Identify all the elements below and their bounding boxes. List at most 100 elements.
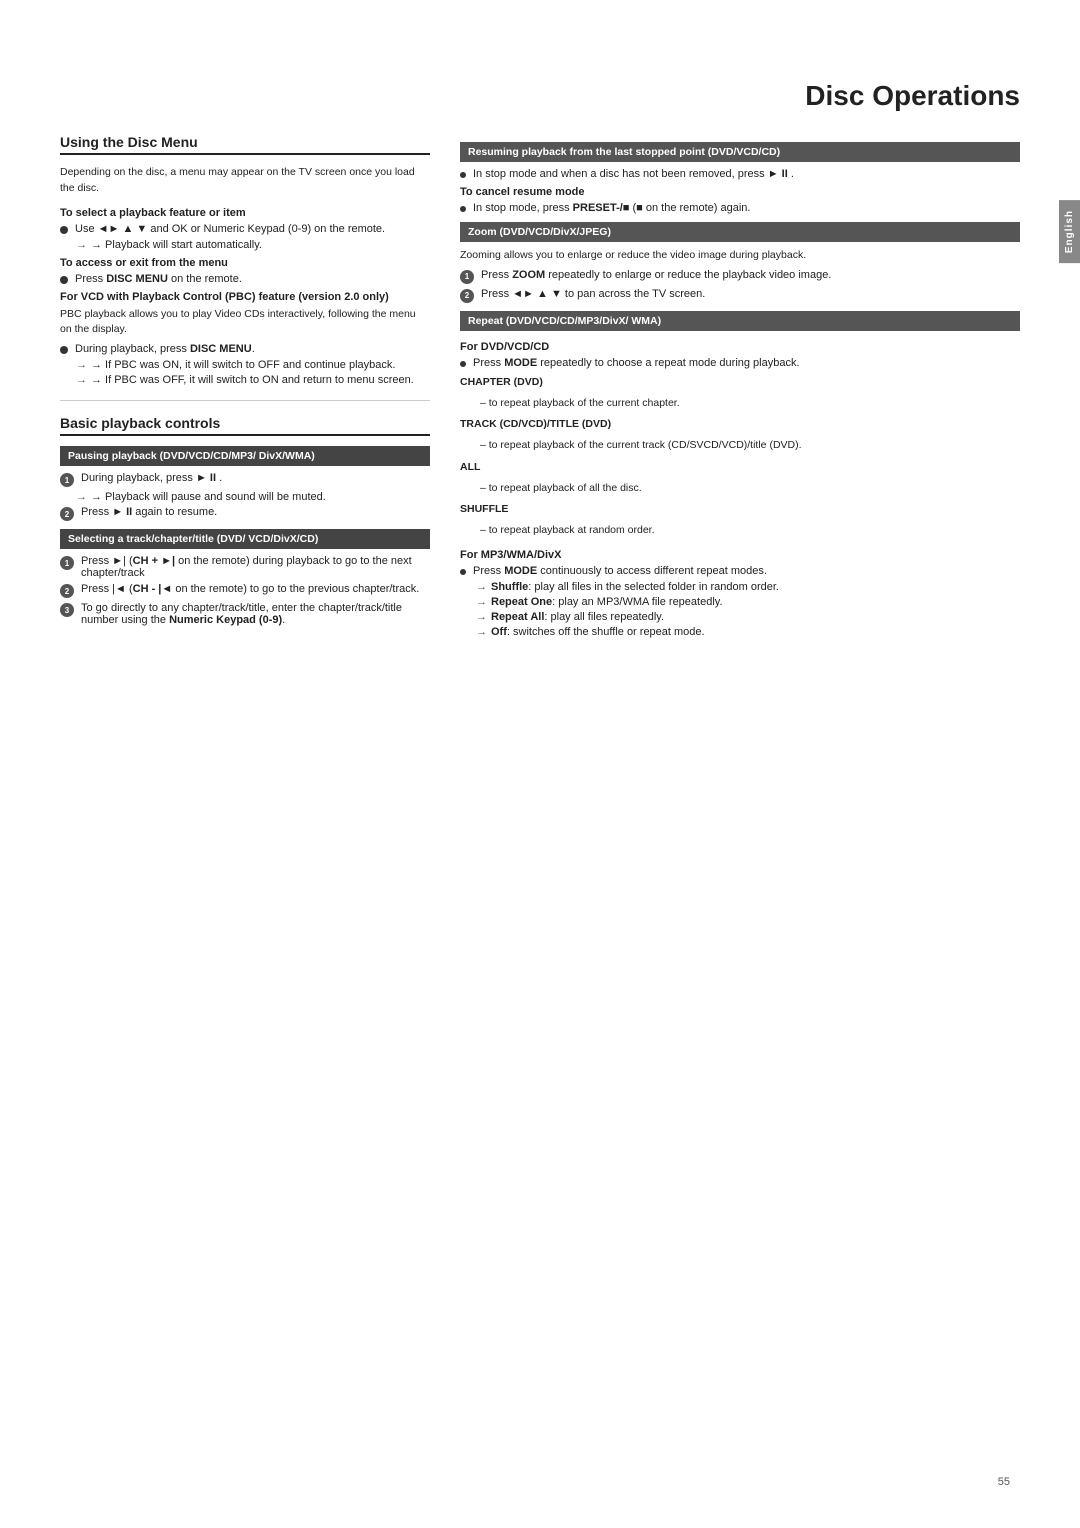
select-feature-bullet: Use ◄► ▲ ▼ and OK or Numeric Keypad (0-9… <box>60 223 430 235</box>
select-feature-arrow1: → → Playback will start automatically. <box>76 239 430 251</box>
right-column: Resuming playback from the last stopped … <box>460 134 1020 641</box>
step1-icon: 1 <box>60 473 74 487</box>
mp3-repeat-all: → Repeat All: play all files repeatedly. <box>476 611 1020 623</box>
track-title: TRACK (CD/VCD)/TITLE (DVD) – to repeat p… <box>460 417 1020 454</box>
selecting-step1-text: Press ►| (CH + ►| on the remote) during … <box>81 555 430 579</box>
arrow-icon: → <box>476 596 487 608</box>
repeat-heading-box: Repeat (DVD/VCD/CD/MP3/DivX/ WMA) <box>460 311 1020 331</box>
all-repeat: ALL – to repeat playback of all the disc… <box>460 460 1020 497</box>
pausing-step1: 1 During playback, press ► II . <box>60 472 430 487</box>
selecting-step1: 1 Press ►| (CH + ►| on the remote) durin… <box>60 555 430 579</box>
arrow-icon: → <box>76 374 87 386</box>
arrow-icon: → <box>476 611 487 623</box>
pausing-step2: 2 Press ► II again to resume. <box>60 506 430 521</box>
pausing-arrow1-text: → Playback will pause and sound will be … <box>91 491 326 503</box>
left-column: Using the Disc Menu Depending on the dis… <box>60 134 430 641</box>
bullet-icon <box>460 172 466 178</box>
access-menu-bullet: Press DISC MENU on the remote. <box>60 273 430 285</box>
bullet-icon <box>460 361 466 367</box>
bullet-icon <box>60 346 68 354</box>
pbc-bullet1: During playback, press DISC MENU. <box>60 343 430 355</box>
chapter-dvd-text: – to repeat playback of the current chap… <box>480 396 1020 412</box>
step2-icon: 2 <box>60 584 74 598</box>
pausing-heading-box: Pausing playback (DVD/VCD/CD/MP3/ DivX/W… <box>60 446 430 466</box>
cancel-resume-text: In stop mode, press PRESET-/■ (■ on the … <box>473 202 750 214</box>
step3-icon: 3 <box>60 603 74 617</box>
mp3-mode-bullet: Press MODE continuously to access differ… <box>460 565 1020 577</box>
zoom-step2-text: Press ◄► ▲ ▼ to pan across the TV screen… <box>481 288 705 300</box>
track-title-text: – to repeat playback of the current trac… <box>480 438 1020 454</box>
cancel-resume-heading: To cancel resume mode <box>460 186 1020 198</box>
basic-playback-title: Basic playback controls <box>60 415 430 436</box>
mp3-repeat-all-text: Repeat All: play all files repeatedly. <box>491 611 664 623</box>
chapter-dvd: CHAPTER (DVD) – to repeat playback of th… <box>460 375 1020 412</box>
resuming-heading-box: Resuming playback from the last stopped … <box>460 142 1020 162</box>
mp3-repeat-one-text: Repeat One: play an MP3/WMA file repeate… <box>491 596 723 608</box>
select-feature-text: Use ◄► ▲ ▼ and OK or Numeric Keypad (0-9… <box>75 223 385 235</box>
pbc-bullet1-text: During playback, press DISC MENU. <box>75 343 255 355</box>
arrow-icon: → <box>76 491 87 503</box>
cancel-resume-bullet: In stop mode, press PRESET-/■ (■ on the … <box>460 202 1020 214</box>
repeat-section: Repeat (DVD/VCD/CD/MP3/DivX/ WMA) For DV… <box>460 311 1020 638</box>
page-title: Disc Operations <box>60 80 1020 116</box>
content-area: Using the Disc Menu Depending on the dis… <box>60 134 1020 641</box>
for-dvd-vcd-cd-heading: For DVD/VCD/CD <box>460 341 1020 353</box>
zoom-section: Zoom (DVD/VCD/DivX/JPEG) Zooming allows … <box>460 222 1020 303</box>
pbc-arrow1: → → If PBC was ON, it will switch to OFF… <box>76 359 430 371</box>
step2-icon: 2 <box>60 507 74 521</box>
mp3-off-text: Off: switches off the shuffle or repeat … <box>491 626 705 638</box>
for-mp3-heading: For MP3/WMA/DivX <box>460 549 1020 561</box>
select-feature-heading: To select a playback feature or item <box>60 207 430 219</box>
arrow-icon: → <box>476 626 487 638</box>
page-number: 55 <box>998 1476 1010 1488</box>
track-title-label: TRACK (CD/VCD)/TITLE (DVD) <box>460 417 1020 433</box>
select-feature-arrow1-text: → Playback will start automatically. <box>91 239 262 251</box>
bullet-icon <box>460 206 466 212</box>
pbc-intro: PBC playback allows you to play Video CD… <box>60 307 430 339</box>
access-menu-heading: To access or exit from the menu <box>60 257 430 269</box>
arrow-icon: → <box>76 239 87 251</box>
chapter-dvd-label: CHAPTER (DVD) <box>460 375 1020 391</box>
selecting-step2-text: Press |◄ (CH - |◄ on the remote) to go t… <box>81 583 419 595</box>
pausing-arrow1: → → Playback will pause and sound will b… <box>76 491 430 503</box>
bullet-icon <box>60 276 68 284</box>
resuming-bullet1: In stop mode and when a disc has not bee… <box>460 168 1020 180</box>
page: English Disc Operations Using the Disc M… <box>0 0 1080 1528</box>
zoom-heading-box: Zoom (DVD/VCD/DivX/JPEG) <box>460 222 1020 242</box>
mp3-mode-text: Press MODE continuously to access differ… <box>473 565 767 577</box>
using-disc-menu-title: Using the Disc Menu <box>60 134 430 155</box>
selecting-heading-box: Selecting a track/chapter/title (DVD/ VC… <box>60 529 430 549</box>
selecting-step3: 3 To go directly to any chapter/track/ti… <box>60 602 430 626</box>
selecting-step2: 2 Press |◄ (CH - |◄ on the remote) to go… <box>60 583 430 598</box>
resuming-section: Resuming playback from the last stopped … <box>460 142 1020 214</box>
basic-playback-section: Basic playback controls Pausing playback… <box>60 415 430 626</box>
mp3-repeat-one: → Repeat One: play an MP3/WMA file repea… <box>476 596 1020 608</box>
dvd-mode-text: Press MODE repeatedly to choose a repeat… <box>473 357 800 369</box>
shuffle-repeat: SHUFFLE – to repeat playback at random o… <box>460 502 1020 539</box>
access-menu-text: Press DISC MENU on the remote. <box>75 273 242 285</box>
mp3-off: → Off: switches off the shuffle or repea… <box>476 626 1020 638</box>
pbc-arrow2: → → If PBC was OFF, it will switch to ON… <box>76 374 430 386</box>
mp3-shuffle: → Shuffle: play all files in the selecte… <box>476 581 1020 593</box>
mp3-shuffle-text: Shuffle: play all files in the selected … <box>491 581 779 593</box>
zoom-step1-text: Press ZOOM repeatedly to enlarge or redu… <box>481 269 831 281</box>
dvd-mode-bullet: Press MODE repeatedly to choose a repeat… <box>460 357 1020 369</box>
bullet-icon <box>460 569 466 575</box>
zoom-step2: 2 Press ◄► ▲ ▼ to pan across the TV scre… <box>460 288 1020 303</box>
pbc-arrow2-text: → If PBC was OFF, it will switch to ON a… <box>91 374 414 386</box>
arrow-icon: → <box>476 581 487 593</box>
shuffle-text: – to repeat playback at random order. <box>480 523 1020 539</box>
using-disc-menu-section: Using the Disc Menu Depending on the dis… <box>60 134 430 386</box>
side-label: English <box>1059 200 1080 263</box>
disc-menu-intro: Depending on the disc, a menu may appear… <box>60 165 430 197</box>
pbc-arrow1-text: → If PBC was ON, it will switch to OFF a… <box>91 359 395 371</box>
all-text: – to repeat playback of all the disc. <box>480 481 1020 497</box>
pausing-step1-text: During playback, press ► II . <box>81 472 222 484</box>
step1-icon: 1 <box>60 556 74 570</box>
step1-icon: 1 <box>460 270 474 284</box>
pbc-heading: For VCD with Playback Control (PBC) feat… <box>60 291 430 303</box>
all-label: ALL <box>460 460 1020 476</box>
resuming-bullet1-text: In stop mode and when a disc has not bee… <box>473 168 794 180</box>
step2-icon: 2 <box>460 289 474 303</box>
shuffle-label: SHUFFLE <box>460 502 1020 518</box>
